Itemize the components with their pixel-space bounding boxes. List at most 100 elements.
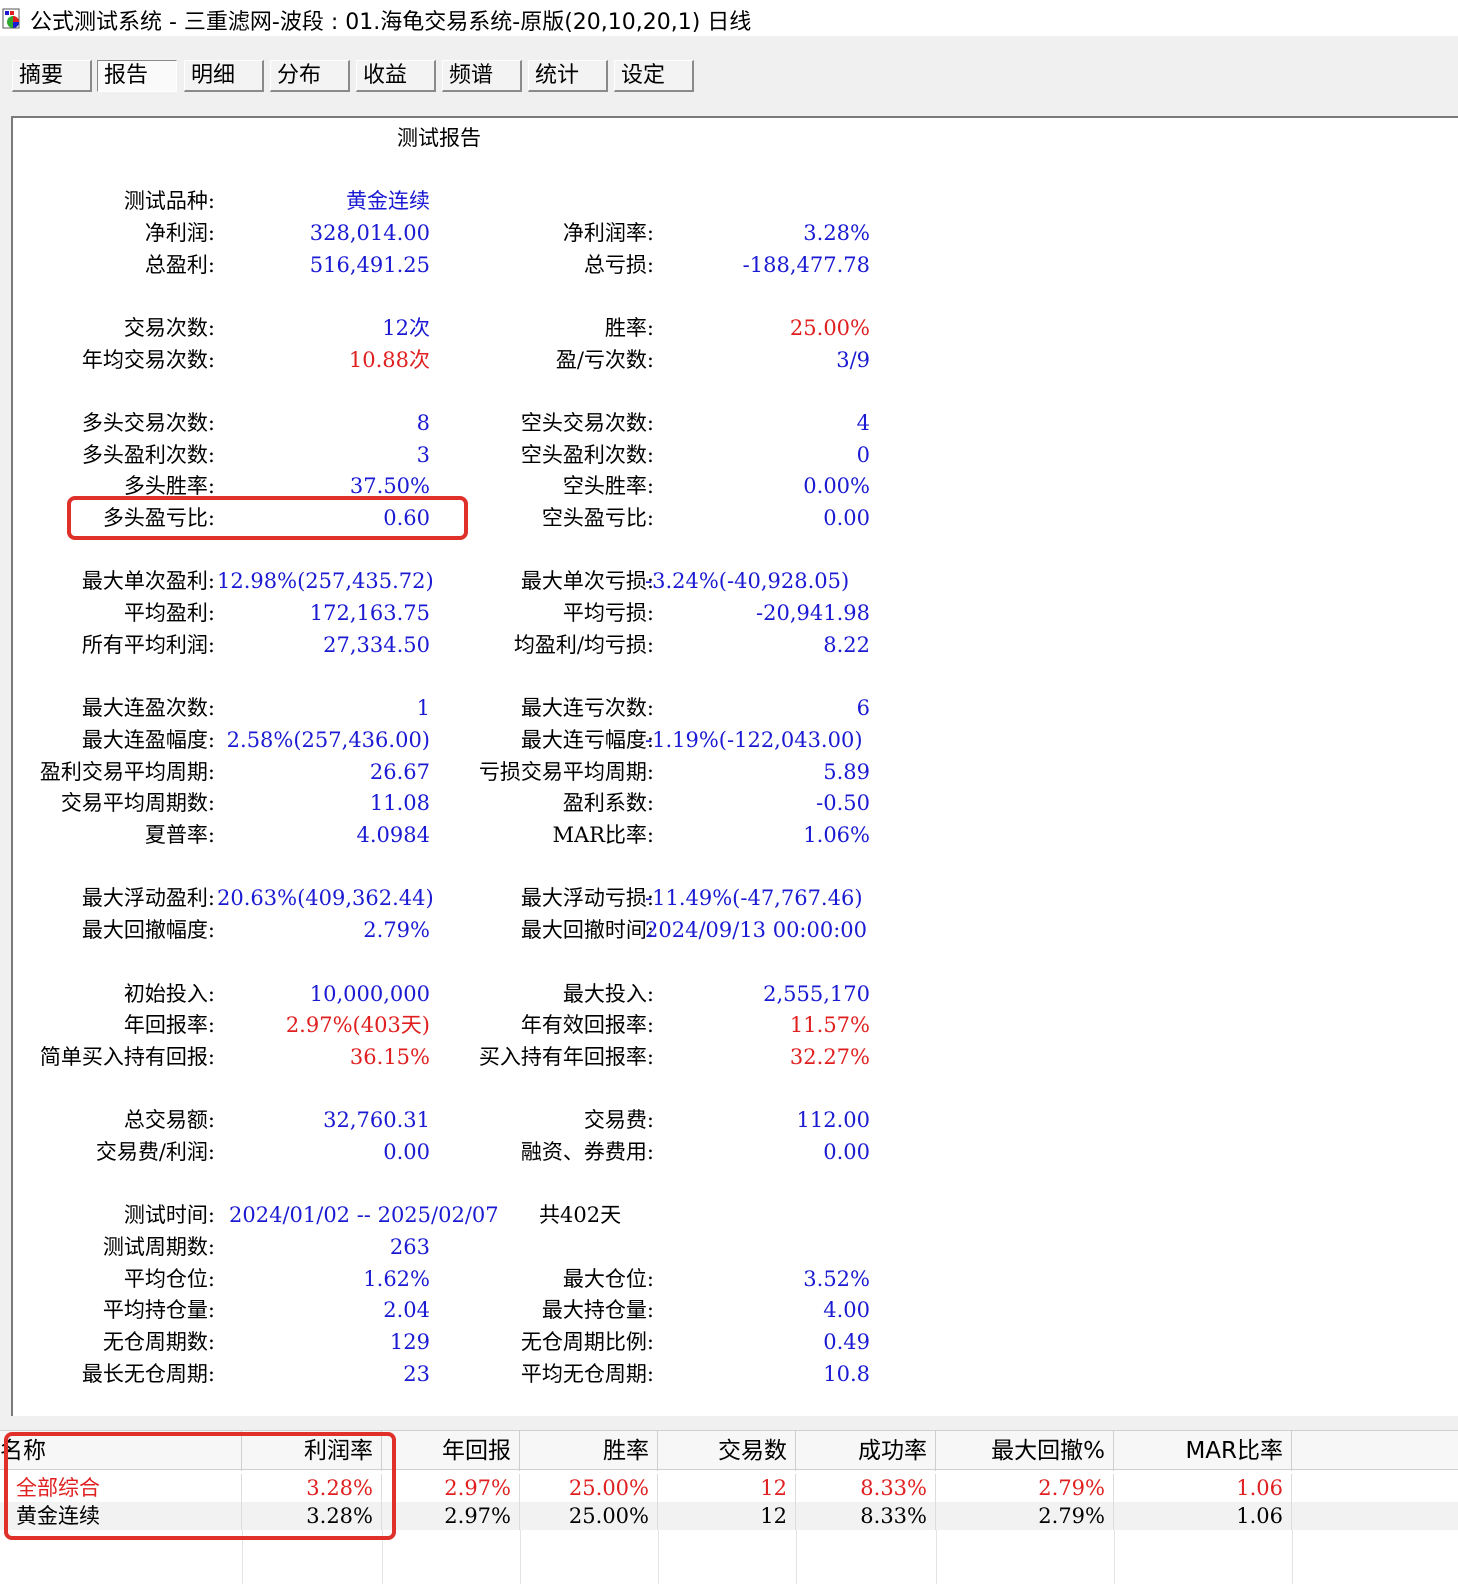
- avg-flat-value: 10.8: [823, 1362, 870, 1386]
- flat-ratio-value: 0.49: [823, 1330, 870, 1354]
- bh-return-label: 简单买入持有回报:: [39, 1045, 215, 1069]
- max-dd-value: 2.79%: [363, 918, 430, 942]
- report-panel[interactable]: 测试报告 测试品种: 黄金连续 净利润: 328,014.00 净利润率: 3.…: [11, 116, 1458, 1416]
- short-pl-ratio-label: 空头盈亏比:: [541, 506, 654, 530]
- cell-annual: 2.97%: [382, 1502, 520, 1530]
- grid-line: [1114, 1530, 1115, 1584]
- tab-spectrum[interactable]: 频谱: [442, 60, 522, 92]
- max-consec-loss-amp-value: -1.19%(-122,043.00): [645, 728, 863, 752]
- col-header-win-rate[interactable]: 胜率: [520, 1431, 658, 1471]
- max-dd-label: 最大回撤幅度:: [81, 918, 215, 942]
- sharpe-value: 4.0984: [356, 823, 430, 847]
- annual-trades-value: 10.88次: [348, 348, 430, 372]
- cell-win-rate: 25.00%: [520, 1502, 658, 1530]
- cell-max-dd: 2.79%: [936, 1502, 1114, 1530]
- flat-ratio-label: 无仓周期比例:: [520, 1330, 654, 1354]
- cell-trades: 12: [658, 1502, 796, 1530]
- avg-flat-label: 平均无仓周期:: [520, 1362, 654, 1386]
- cell-success: 8.33%: [796, 1474, 936, 1502]
- initial-label: 初始投入:: [123, 982, 215, 1006]
- app-icon: [2, 8, 20, 29]
- max-consec-win-amp-label: 最大连盈幅度:: [81, 728, 215, 752]
- gross-loss-label: 总亏损:: [583, 253, 654, 277]
- win-avg-period-value: 26.67: [369, 760, 430, 784]
- avg-profit-label: 平均盈利:: [123, 601, 215, 625]
- col-header-trades[interactable]: 交易数: [658, 1431, 796, 1471]
- gross-profit-value: 516,491.25: [309, 253, 430, 277]
- test-time-label: 测试时间:: [123, 1203, 215, 1227]
- max-single-loss-value: -3.24%(-40,928.05): [645, 569, 850, 593]
- flat-periods-value: 129: [389, 1330, 430, 1354]
- avg-net-value: 27,334.50: [323, 633, 430, 657]
- win-rate-value: 25.00%: [789, 316, 870, 340]
- bh-annual-value: 32.27%: [789, 1045, 870, 1069]
- grid-line: [242, 1530, 243, 1584]
- net-profit-label: 净利润:: [144, 221, 215, 245]
- initial-value: 10,000,000: [309, 982, 430, 1006]
- long-trades-value: 8: [416, 411, 430, 435]
- avg-loss-value: -20,941.98: [756, 601, 870, 625]
- gross-profit-label: 总盈利:: [144, 253, 215, 277]
- tab-distribution[interactable]: 分布: [270, 60, 350, 92]
- cell-mar: 1.06: [1114, 1474, 1292, 1502]
- max-dd-time-label: 最大回撤时间:: [520, 918, 654, 942]
- avg-period-value: 11.08: [369, 791, 430, 815]
- longest-flat-value: 23: [403, 1362, 430, 1386]
- net-profit-value: 328,014.00: [309, 221, 430, 245]
- short-pl-ratio-value: 0.00: [823, 506, 870, 530]
- trades-label: 交易次数:: [123, 316, 215, 340]
- cell-profit-rate: 3.28%: [242, 1502, 382, 1530]
- short-win-rate-value: 0.00%: [803, 474, 870, 498]
- max-hold-label: 最大持仓量:: [541, 1298, 654, 1322]
- test-time-value: 2024/01/02 -- 2025/02/07: [229, 1203, 499, 1227]
- col-header-max-dd[interactable]: 最大回撤%: [936, 1431, 1114, 1471]
- sharpe-label: 夏普率:: [144, 823, 215, 847]
- tab-returns[interactable]: 收益: [356, 60, 436, 92]
- tab-detail[interactable]: 明细: [184, 60, 264, 92]
- annual-trades-label: 年均交易次数:: [81, 348, 215, 372]
- turnover-label: 总交易额:: [123, 1108, 215, 1132]
- max-consec-wins-label: 最大连盈次数:: [81, 696, 215, 720]
- max-position-value: 3.52%: [803, 1267, 870, 1291]
- col-header-name[interactable]: 名称: [0, 1431, 242, 1471]
- cell-profit-rate: 3.28%: [242, 1474, 382, 1502]
- title-bar: 公式测试系统 - 三重滤网-波段 : 01.海龟交易系统-原版(20,10,20…: [0, 0, 1458, 36]
- max-single-profit-value: 12.98%(257,435.72): [217, 569, 434, 593]
- fee-profit-label: 交易费/利润:: [95, 1140, 215, 1164]
- max-consec-losses-label: 最大连亏次数:: [520, 696, 654, 720]
- avg-position-label: 平均仓位:: [123, 1267, 215, 1291]
- col-header-profit-rate[interactable]: 利润率: [242, 1431, 382, 1471]
- avg-hold-label: 平均持仓量:: [102, 1298, 215, 1322]
- max-float-loss-label: 最大浮动亏损:: [520, 886, 654, 910]
- bh-annual-label: 买入持有年回报率:: [478, 1045, 654, 1069]
- col-header-success[interactable]: 成功率: [796, 1431, 936, 1471]
- fee-profit-value: 0.00: [383, 1140, 430, 1164]
- avg-ratio-label: 均盈利/均亏损:: [513, 633, 654, 657]
- long-win-rate-label: 多头胜率:: [123, 474, 215, 498]
- max-consec-loss-amp-label: 最大连亏幅度:: [520, 728, 654, 752]
- tab-report[interactable]: 报告: [97, 60, 177, 92]
- results-grid[interactable]: 名称 利润率 年回报 胜率 交易数 成功率 最大回撤% MAR比率 全部综合 3…: [0, 1430, 1458, 1584]
- avg-period-label: 交易平均周期数:: [60, 791, 215, 815]
- avg-loss-label: 平均亏损:: [562, 601, 654, 625]
- fees-value: 112.00: [796, 1108, 870, 1132]
- window-title: 公式测试系统 - 三重滤网-波段 : 01.海龟交易系统-原版(20,10,20…: [30, 10, 752, 35]
- annual-return-label: 年回报率:: [123, 1013, 215, 1037]
- mar-label: MAR比率:: [552, 823, 654, 847]
- col-header-mar[interactable]: MAR比率: [1114, 1431, 1292, 1471]
- col-header-annual[interactable]: 年回报: [382, 1431, 520, 1471]
- test-periods-value: 263: [389, 1235, 430, 1259]
- tab-settings[interactable]: 设定: [614, 60, 694, 92]
- max-consec-win-amp-value: 2.58%(257,436.00): [226, 728, 430, 752]
- max-single-loss-label: 最大单次亏损:: [520, 569, 654, 593]
- effective-return-label: 年有效回报率:: [520, 1013, 654, 1037]
- short-trades-label: 空头交易次数:: [520, 411, 654, 435]
- table-row[interactable]: 黄金连续 3.28% 2.97% 25.00% 12 8.33% 2.79% 1…: [0, 1502, 1458, 1530]
- tab-summary[interactable]: 摘要: [12, 60, 92, 92]
- avg-hold-value: 2.04: [383, 1298, 430, 1322]
- bh-return-value: 36.15%: [349, 1045, 430, 1069]
- tab-statistics[interactable]: 统计: [528, 60, 608, 92]
- instrument-value: 黄金连续: [346, 189, 430, 213]
- table-row[interactable]: 全部综合 3.28% 2.97% 25.00% 12 8.33% 2.79% 1…: [0, 1474, 1458, 1502]
- max-consec-losses-value: 6: [856, 696, 870, 720]
